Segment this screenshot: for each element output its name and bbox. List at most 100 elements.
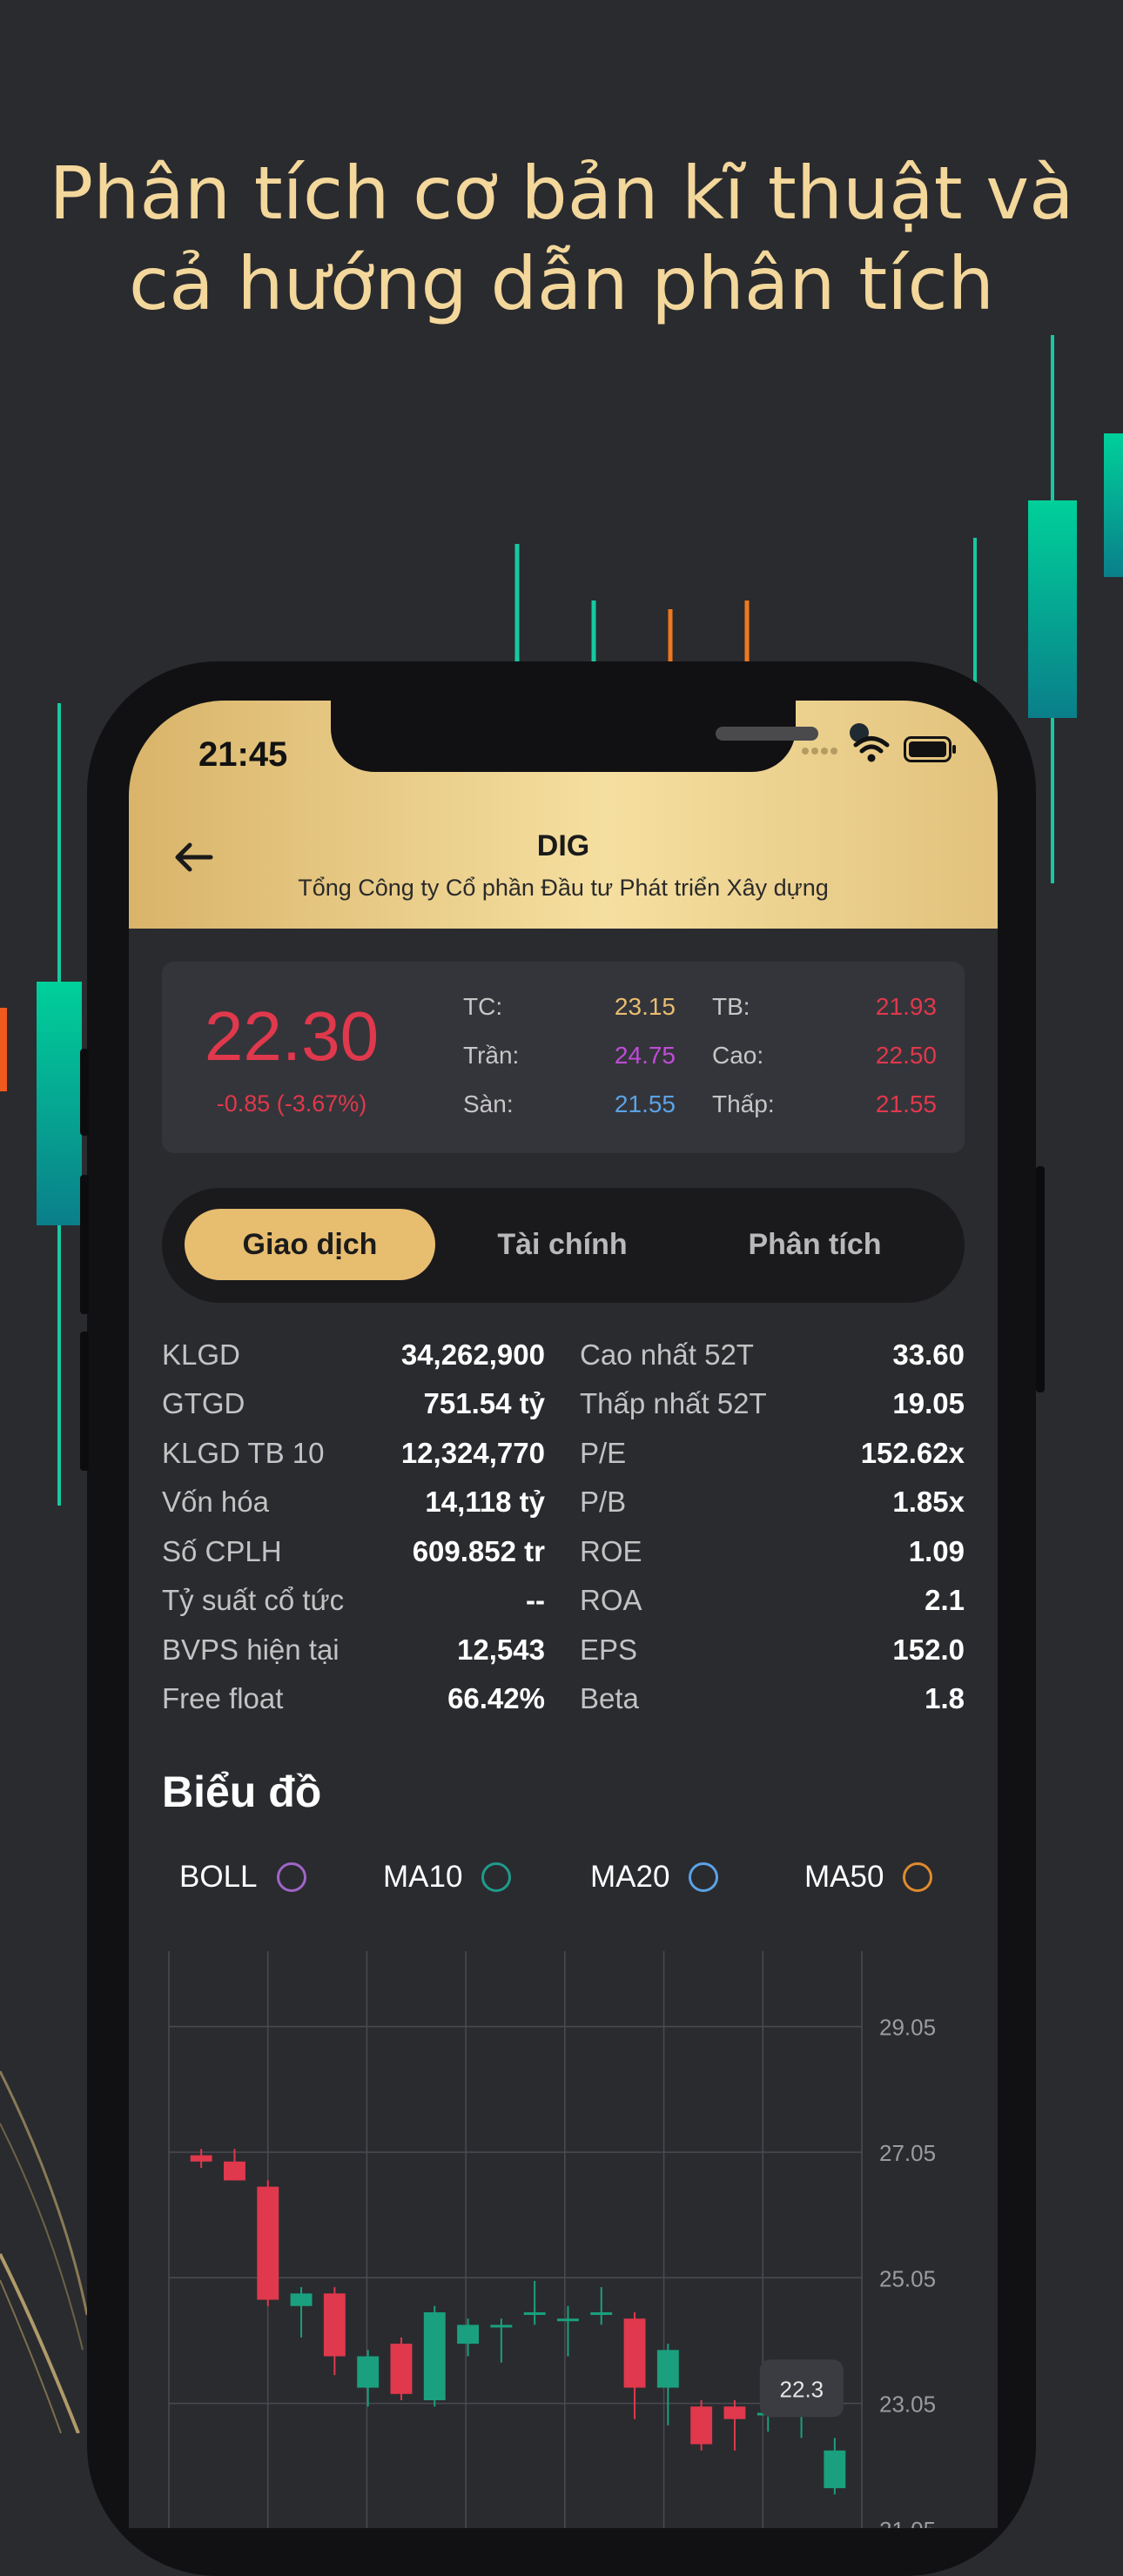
notch	[331, 701, 869, 772]
candle-body	[557, 2318, 579, 2322]
indicator-label: MA10	[383, 1860, 463, 1894]
status-time: 21:45	[198, 735, 288, 774]
indicator-ma10-toggle[interactable]: MA10	[383, 1860, 512, 1895]
bg-candle-body	[1028, 500, 1077, 718]
indicator-boll-toggle[interactable]: BOLL	[179, 1860, 306, 1895]
bg-curve	[0, 2253, 80, 2433]
price-change: -0.85 (-3.67%)	[216, 1090, 367, 1117]
stat-value: 152.0	[892, 1633, 965, 1666]
candle-body	[490, 2324, 513, 2328]
stat-value: 1.8	[925, 1682, 965, 1714]
y-tick-label: 25.05	[879, 2265, 936, 2291]
stat-value: 33.60	[892, 1338, 965, 1371]
radio-circle-icon	[689, 1862, 719, 1892]
avg-price-label: TB:	[712, 993, 750, 1020]
app-header: 21:45 DIG Tổng Công ty Cổ phần Đầu tư Ph…	[129, 701, 998, 929]
candle-body	[357, 2356, 380, 2388]
stat-label: KLGD TB 10	[162, 1437, 325, 1469]
stat-label: P/E	[580, 1437, 627, 1469]
high-price-value: 22.50	[875, 1042, 937, 1069]
stat-value: 751.54 tỷ	[423, 1387, 545, 1419]
candle-body	[457, 2324, 479, 2345]
bg-candle-body	[0, 1008, 7, 1091]
candle-body	[690, 2406, 713, 2445]
ceiling-price-label: Trần:	[463, 1042, 520, 1069]
status-icons	[801, 735, 958, 763]
stat-label: KLGD	[162, 1338, 240, 1371]
indicator-label: MA20	[590, 1860, 670, 1894]
stat-value: 152.62x	[860, 1437, 965, 1469]
stat-value: 609.852 tr	[412, 1535, 545, 1567]
indicator-ma50-toggle[interactable]: MA50	[804, 1860, 933, 1895]
candlestick-chart[interactable]: 29.05 27.05 25.05 23.05 21.05 22.3	[162, 1941, 998, 2528]
stat-value: 14,118 tỷ	[425, 1486, 545, 1518]
stat-label: GTGD	[162, 1387, 245, 1419]
bg-curve	[0, 2123, 84, 2351]
bg-candle-body	[37, 982, 82, 1225]
indicator-ma20-toggle[interactable]: MA20	[590, 1860, 719, 1895]
indicator-label: BOLL	[179, 1860, 258, 1894]
quote-card: 22.30 -0.85 (-3.67%) TC: 23.15 TB: 21.93…	[162, 962, 965, 1153]
stat-label: Tỷ suất cổ tức	[162, 1584, 345, 1616]
headline-line-2: cả hướng dẫn phân tích	[129, 241, 994, 326]
y-tick-label: 21.05	[879, 2517, 936, 2528]
bg-curve	[0, 2279, 62, 2433]
candle-body	[224, 2161, 245, 2181]
app-screen: 21:45 DIG Tổng Công ty Cổ phần Đầu tư Ph…	[129, 701, 998, 2528]
y-tick-label: 23.05	[879, 2392, 936, 2418]
floor-price-value: 21.55	[614, 1090, 676, 1117]
phone-button	[80, 1049, 89, 1136]
candle-body	[190, 2155, 212, 2162]
stat-value: 12,543	[457, 1633, 545, 1666]
headline: Phân tích cơ bản kĩ thuật và cả hướng dẫ…	[0, 148, 1123, 329]
candle-body	[656, 2350, 679, 2388]
tab-finance[interactable]: Tài chính	[437, 1209, 688, 1280]
candle-body	[390, 2344, 413, 2394]
ceiling-price-value: 24.75	[614, 1042, 676, 1069]
phone-button	[80, 1332, 89, 1471]
avg-price-value: 21.93	[875, 993, 937, 1020]
ref-price-value: 23.15	[614, 993, 676, 1020]
stat-value: 2.1	[925, 1584, 965, 1616]
radio-circle-icon	[481, 1862, 512, 1892]
candle-body	[523, 2312, 546, 2315]
candle-body	[290, 2293, 313, 2306]
candle-body	[257, 2186, 279, 2300]
radio-circle-icon	[903, 1862, 933, 1892]
headline-line-1: Phân tích cơ bản kĩ thuật và	[49, 151, 1074, 236]
stat-label: Free float	[162, 1682, 284, 1714]
phone-button	[1036, 1166, 1045, 1392]
stat-label: Beta	[580, 1682, 639, 1714]
phone-button	[80, 1175, 89, 1314]
stat-label: Thấp nhất 52T	[580, 1387, 767, 1419]
candle-body	[323, 2293, 346, 2357]
wifi-icon	[853, 736, 890, 762]
signal-icon	[802, 748, 837, 755]
price-tooltip-label: 22.3	[780, 2376, 824, 2402]
tab-analysis[interactable]: Phân tích	[689, 1209, 940, 1280]
candle-body	[824, 2450, 846, 2489]
battery-icon	[904, 736, 956, 762]
stat-label: EPS	[580, 1633, 638, 1666]
stat-value: 34,262,900	[400, 1338, 545, 1371]
ref-price-label: TC:	[463, 993, 503, 1020]
stat-label: ROE	[580, 1535, 642, 1567]
stat-label: Số CPLH	[162, 1535, 282, 1567]
high-price-label: Cao:	[712, 1042, 764, 1069]
stat-label: Cao nhất 52T	[580, 1338, 754, 1371]
stat-value: 19.05	[892, 1387, 965, 1419]
stat-value: --	[526, 1584, 545, 1616]
radio-circle-icon	[276, 1862, 306, 1892]
stat-label: BVPS hiện tại	[162, 1633, 340, 1666]
tab-trading[interactable]: Giao dịch	[185, 1209, 435, 1280]
y-tick-label: 27.05	[879, 2140, 936, 2166]
y-tick-label: 29.05	[879, 2015, 936, 2041]
stock-symbol: DIG	[536, 829, 590, 862]
stat-value: 12,324,770	[400, 1437, 545, 1469]
candle-body	[623, 2318, 646, 2388]
stat-value: 1.09	[908, 1535, 965, 1567]
floor-price-label: Sàn:	[463, 1090, 514, 1117]
candle-body	[590, 2312, 613, 2315]
bg-candle-body	[1104, 433, 1123, 577]
tab-bar: Giao dịch Tài chính Phân tích	[162, 1188, 965, 1303]
